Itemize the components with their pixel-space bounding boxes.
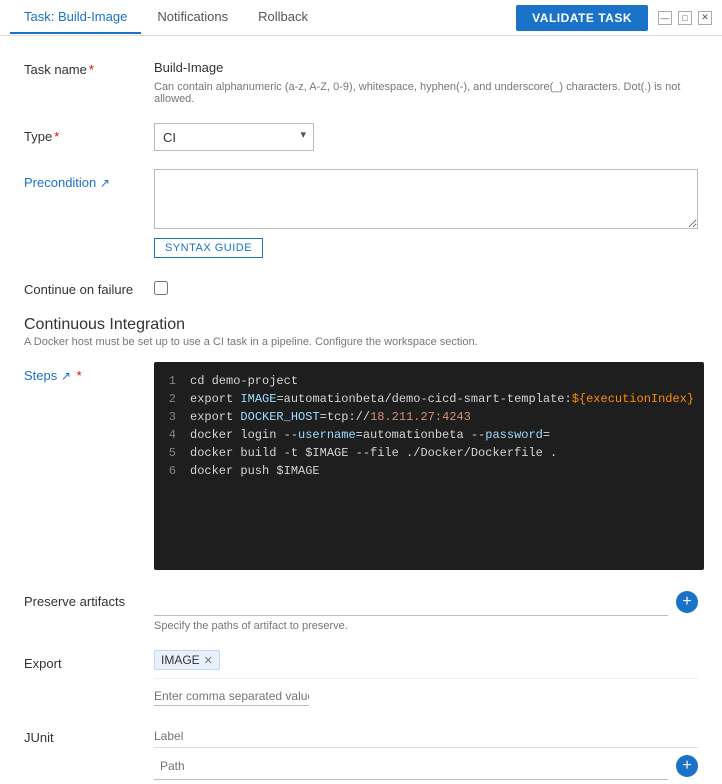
continue-on-failure-checkbox[interactable] xyxy=(154,281,168,295)
continue-on-failure-value xyxy=(154,276,698,298)
task-name-label: Task name* xyxy=(24,56,154,77)
preserve-artifacts-add-button[interactable]: + xyxy=(676,591,698,613)
header: Task: Build-Image Notifications Rollback… xyxy=(0,0,722,36)
preserve-artifacts-value: + Specify the paths of artifact to prese… xyxy=(154,588,698,632)
task-name-display: Build-Image xyxy=(154,56,698,79)
tab-build-image[interactable]: Task: Build-Image xyxy=(10,1,141,34)
type-value-area: CI Maven Gradle npm xyxy=(154,123,698,151)
syntax-guide-button[interactable]: SYNTAX GUIDE xyxy=(154,238,263,258)
precondition-label: Precondition ↗ xyxy=(24,169,154,190)
preserve-artifacts-label: Preserve artifacts xyxy=(24,588,154,609)
steps-label: Steps ↗ * xyxy=(24,362,154,383)
preserve-artifacts-hint: Specify the paths of artifact to preserv… xyxy=(154,620,698,632)
type-select-wrap: CI Maven Gradle npm xyxy=(154,123,314,151)
ci-section-header: Continuous Integration A Docker host mus… xyxy=(24,316,698,348)
steps-link[interactable]: Steps xyxy=(24,368,57,383)
code-line-6: 6 docker push $IMAGE xyxy=(154,462,704,480)
minimize-button[interactable]: — xyxy=(658,11,672,25)
main-content: Task name* Build-Image Can contain alpha… xyxy=(0,36,722,784)
type-select[interactable]: CI Maven Gradle npm xyxy=(154,123,314,151)
code-line-4: 4 docker login --username=automationbeta… xyxy=(154,426,704,444)
task-name-hint: Can contain alphanumeric (a-z, A-Z, 0-9)… xyxy=(154,81,698,105)
close-button[interactable]: ✕ xyxy=(698,11,712,25)
code-line-1: 1 cd demo-project xyxy=(154,372,704,390)
export-tag-image: IMAGE ✕ xyxy=(154,650,220,670)
preserve-artifacts-input-group: + xyxy=(154,588,698,616)
export-label: Export xyxy=(24,650,154,671)
junit-path-input[interactable] xyxy=(154,752,668,780)
export-tags-area: IMAGE ✕ xyxy=(154,650,698,670)
ci-section-subtitle: A Docker host must be set up to use a CI… xyxy=(24,336,698,348)
tab-rollback[interactable]: Rollback xyxy=(244,1,322,34)
code-editor[interactable]: 1 cd demo-project 2 export IMAGE=automat… xyxy=(154,362,704,570)
code-line-5: 5 docker build -t $IMAGE --file ./Docker… xyxy=(154,444,704,462)
code-line-2: 2 export IMAGE=automationbeta/demo-cicd-… xyxy=(154,390,704,408)
junit-path-group: + xyxy=(154,752,698,780)
precondition-row: Precondition ↗ SYNTAX GUIDE xyxy=(24,169,698,258)
tab-notifications[interactable]: Notifications xyxy=(143,1,242,34)
type-label: Type* xyxy=(24,123,154,144)
continue-on-failure-row: Continue on failure xyxy=(24,276,698,298)
steps-row: Steps ↗ * 1 cd demo-project 2 export IMA… xyxy=(24,362,698,570)
steps-editor-area: 1 cd demo-project 2 export IMAGE=automat… xyxy=(154,362,704,570)
precondition-link[interactable]: Precondition xyxy=(24,175,96,190)
validate-task-button[interactable]: VALIDATE TASK xyxy=(516,5,648,31)
junit-add-button[interactable]: + xyxy=(676,755,698,777)
task-name-value-area: Build-Image Can contain alphanumeric (a-… xyxy=(154,56,698,105)
preserve-artifacts-input[interactable] xyxy=(154,588,668,616)
ci-section-title: Continuous Integration xyxy=(24,316,698,334)
junit-label-input[interactable] xyxy=(154,724,698,748)
continue-on-failure-label: Continue on failure xyxy=(24,276,154,297)
task-name-row: Task name* Build-Image Can contain alpha… xyxy=(24,56,698,105)
code-line-3: 3 export DOCKER_HOST=tcp://18.211.27:424… xyxy=(154,408,704,426)
window-controls: — □ ✕ xyxy=(658,11,712,25)
export-row: Export IMAGE ✕ xyxy=(24,650,698,706)
export-divider xyxy=(154,678,698,679)
export-value: IMAGE ✕ xyxy=(154,650,698,706)
export-comma-input[interactable] xyxy=(154,687,309,706)
precondition-value-area: SYNTAX GUIDE xyxy=(154,169,698,258)
junit-value: + xyxy=(154,724,698,780)
junit-row: JUnit + xyxy=(24,724,698,780)
precondition-textarea[interactable] xyxy=(154,169,698,229)
export-tag-remove-button[interactable]: ✕ xyxy=(204,654,213,667)
type-row: Type* CI Maven Gradle npm xyxy=(24,123,698,151)
preserve-artifacts-row: Preserve artifacts + Specify the paths o… xyxy=(24,588,698,632)
junit-label: JUnit xyxy=(24,724,154,745)
restore-button[interactable]: □ xyxy=(678,11,692,25)
